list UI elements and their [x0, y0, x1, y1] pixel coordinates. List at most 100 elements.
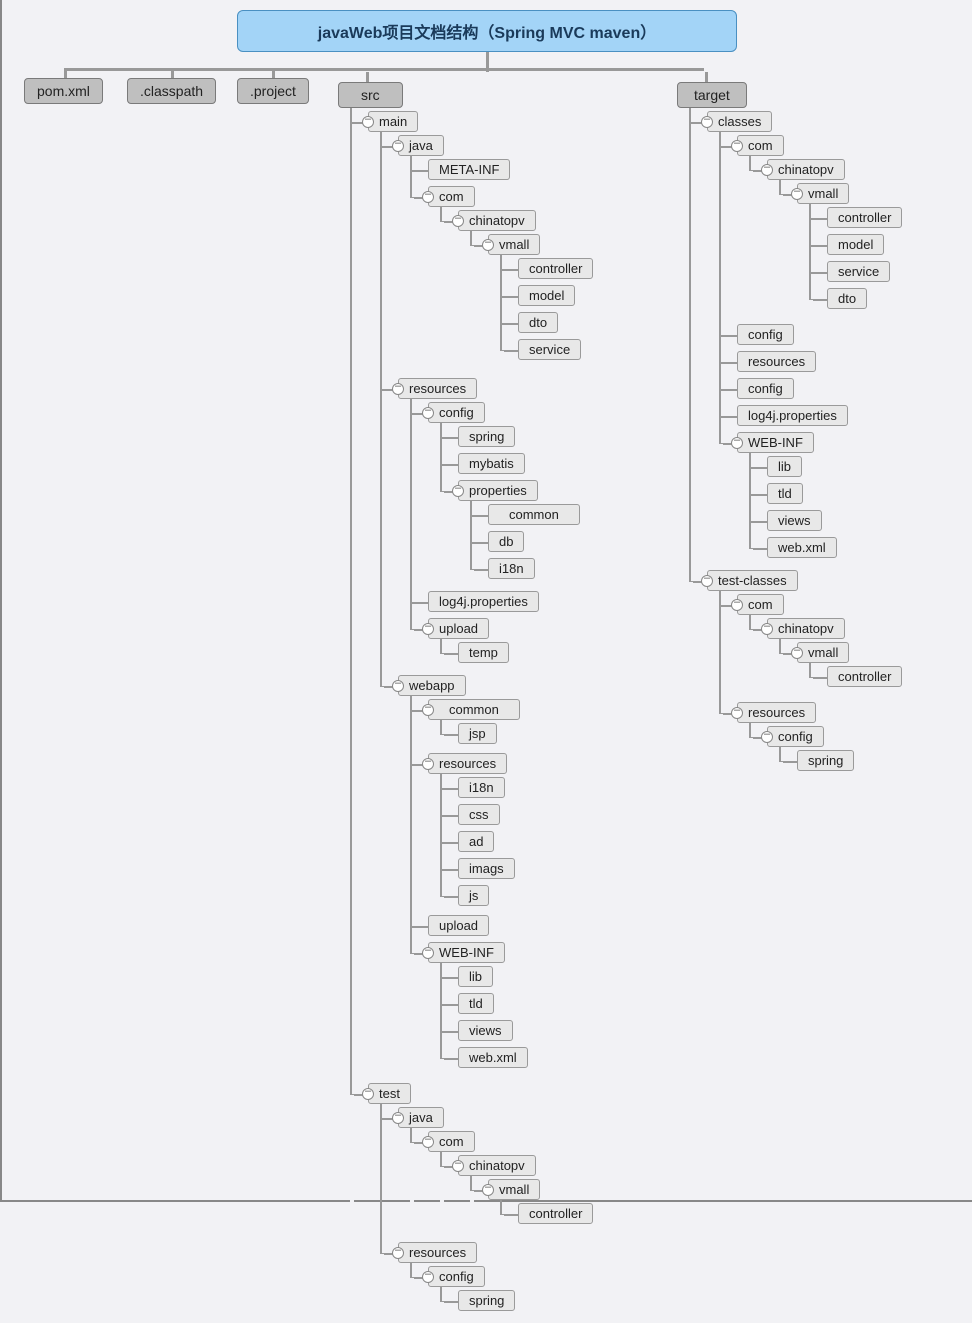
toggle-icon[interactable] — [422, 1271, 434, 1283]
node-classes[interactable]: classes — [707, 111, 772, 132]
node-webinf[interactable]: WEB-INF — [428, 942, 505, 963]
node-com[interactable]: com — [737, 594, 784, 615]
toggle-icon[interactable] — [362, 116, 374, 128]
node-ad[interactable]: ad — [458, 831, 494, 852]
toggle-icon[interactable] — [791, 188, 803, 200]
node-properties[interactable]: properties — [458, 480, 538, 501]
toggle-icon[interactable] — [731, 707, 743, 719]
toggle-icon[interactable] — [731, 140, 743, 152]
node-common[interactable]: common — [428, 699, 520, 720]
node-log4j[interactable]: log4j.properties — [428, 591, 539, 612]
toggle-icon[interactable] — [761, 731, 773, 743]
node-test-classes[interactable]: test-classes — [707, 570, 798, 591]
node-classpath[interactable]: .classpath — [127, 78, 216, 104]
toggle-icon[interactable] — [761, 623, 773, 635]
node-resources[interactable]: resources — [737, 702, 816, 723]
node-webxml[interactable]: web.xml — [767, 537, 837, 558]
toggle-icon[interactable] — [452, 1160, 464, 1172]
node-vmall[interactable]: vmall — [488, 234, 540, 255]
toggle-icon[interactable] — [731, 599, 743, 611]
node-imags[interactable]: imags — [458, 858, 515, 879]
node-service[interactable]: service — [518, 339, 581, 360]
toggle-icon[interactable] — [392, 1112, 404, 1124]
node-webxml[interactable]: web.xml — [458, 1047, 528, 1068]
node-controller[interactable]: controller — [827, 207, 902, 228]
node-java[interactable]: java — [398, 1107, 444, 1128]
node-metainf[interactable]: META-INF — [428, 159, 510, 180]
node-com[interactable]: com — [428, 186, 475, 207]
node-webapp[interactable]: webapp — [398, 675, 466, 696]
node-vmall[interactable]: vmall — [797, 642, 849, 663]
toggle-icon[interactable] — [482, 239, 494, 251]
node-config[interactable]: config — [767, 726, 824, 747]
toggle-icon[interactable] — [422, 947, 434, 959]
node-spring[interactable]: spring — [797, 750, 854, 771]
node-service[interactable]: service — [827, 261, 890, 282]
toggle-icon[interactable] — [422, 623, 434, 635]
node-resources[interactable]: resources — [428, 753, 507, 774]
toggle-icon[interactable] — [362, 1088, 374, 1100]
node-db[interactable]: db — [488, 531, 524, 552]
toggle-icon[interactable] — [422, 407, 434, 419]
node-model[interactable]: model — [827, 234, 884, 255]
toggle-icon[interactable] — [422, 1136, 434, 1148]
node-project[interactable]: .project — [237, 78, 309, 104]
node-src[interactable]: src — [338, 82, 403, 108]
toggle-icon[interactable] — [701, 116, 713, 128]
node-vmall[interactable]: vmall — [797, 183, 849, 204]
node-webinf[interactable]: WEB-INF — [737, 432, 814, 453]
node-jsp[interactable]: jsp — [458, 723, 497, 744]
node-model[interactable]: model — [518, 285, 575, 306]
node-views[interactable]: views — [767, 510, 822, 531]
toggle-icon[interactable] — [791, 647, 803, 659]
toggle-icon[interactable] — [731, 437, 743, 449]
toggle-icon[interactable] — [452, 215, 464, 227]
node-tld[interactable]: tld — [458, 993, 494, 1014]
node-temp[interactable]: temp — [458, 642, 509, 663]
node-dto[interactable]: dto — [518, 312, 558, 333]
node-vmall[interactable]: vmall — [488, 1179, 540, 1200]
node-test[interactable]: test — [368, 1083, 411, 1104]
node-chinatopv[interactable]: chinatopv — [767, 159, 845, 180]
node-common[interactable]: common — [488, 504, 580, 525]
node-log4j[interactable]: log4j.properties — [737, 405, 848, 426]
node-chinatopv[interactable]: chinatopv — [767, 618, 845, 639]
node-upload[interactable]: upload — [428, 915, 489, 936]
node-i18n[interactable]: i18n — [488, 558, 535, 579]
toggle-icon[interactable] — [761, 164, 773, 176]
node-resources[interactable]: resources — [398, 378, 477, 399]
node-js[interactable]: js — [458, 885, 489, 906]
toggle-icon[interactable] — [392, 680, 404, 692]
node-views[interactable]: views — [458, 1020, 513, 1041]
node-chinatopv[interactable]: chinatopv — [458, 210, 536, 231]
node-config[interactable]: config — [737, 378, 794, 399]
node-tld[interactable]: tld — [767, 483, 803, 504]
node-css[interactable]: css — [458, 804, 500, 825]
toggle-icon[interactable] — [392, 1247, 404, 1259]
node-com[interactable]: com — [737, 135, 784, 156]
node-chinatopv[interactable]: chinatopv — [458, 1155, 536, 1176]
node-pom[interactable]: pom.xml — [24, 78, 103, 104]
toggle-icon[interactable] — [452, 485, 464, 497]
node-spring[interactable]: spring — [458, 1290, 515, 1311]
node-resources[interactable]: resources — [737, 351, 816, 372]
node-lib[interactable]: lib — [458, 966, 493, 987]
node-controller[interactable]: controller — [518, 258, 593, 279]
node-dto[interactable]: dto — [827, 288, 867, 309]
node-mybatis[interactable]: mybatis — [458, 453, 525, 474]
node-java[interactable]: java — [398, 135, 444, 156]
node-controller[interactable]: controller — [518, 1203, 593, 1224]
node-config[interactable]: config — [428, 402, 485, 423]
toggle-icon[interactable] — [701, 575, 713, 587]
toggle-icon[interactable] — [482, 1184, 494, 1196]
node-com[interactable]: com — [428, 1131, 475, 1152]
node-target[interactable]: target — [677, 82, 747, 108]
node-config[interactable]: config — [737, 324, 794, 345]
node-resources[interactable]: resources — [398, 1242, 477, 1263]
toggle-icon[interactable] — [422, 704, 434, 716]
node-main[interactable]: main — [368, 111, 418, 132]
toggle-icon[interactable] — [392, 383, 404, 395]
toggle-icon[interactable] — [392, 140, 404, 152]
node-upload[interactable]: upload — [428, 618, 489, 639]
node-controller[interactable]: controller — [827, 666, 902, 687]
